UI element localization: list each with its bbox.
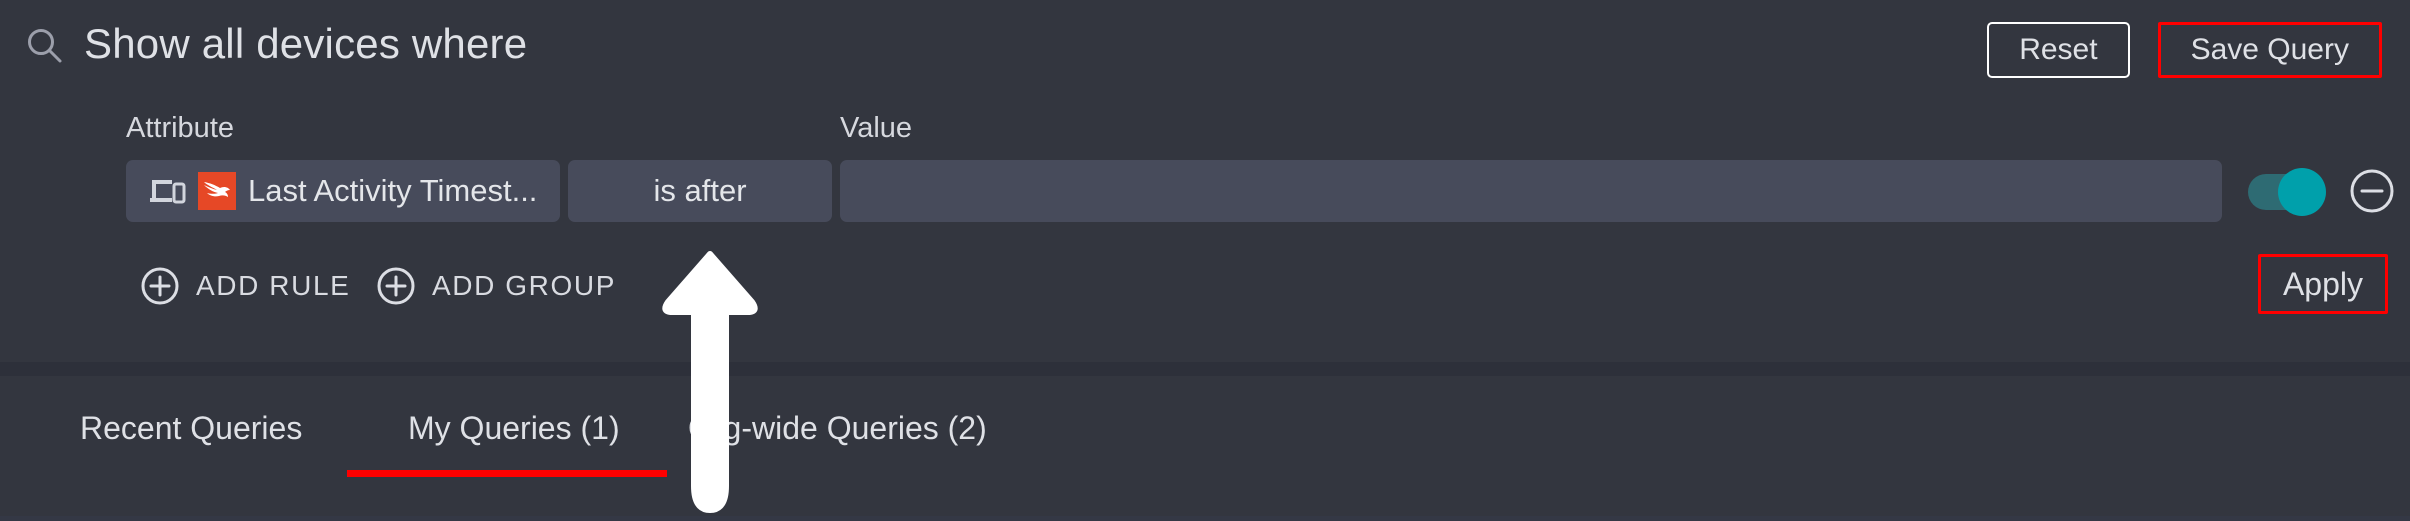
queries-tab-bar: Recent Queries My Queries (1) Org-wide Q… — [0, 376, 2410, 516]
active-tab-indicator — [347, 470, 667, 477]
add-rule-label: ADD RULE — [196, 270, 351, 301]
search-icon — [24, 26, 66, 68]
toggle-knob — [2278, 168, 2326, 216]
tab-recent-queries[interactable]: Recent Queries — [80, 398, 302, 458]
plus-circle-icon — [376, 266, 416, 306]
plus-circle-icon — [140, 266, 180, 306]
builder-header: Show all devices where Reset Save Query — [0, 0, 2410, 100]
apply-button[interactable]: Apply — [2257, 254, 2388, 314]
tab-org-wide-queries[interactable]: Org-wide Queries (2) — [688, 398, 987, 458]
rule-row: Last Activity Timest... is after — [0, 160, 2410, 222]
operator-value: is after — [653, 173, 747, 208]
page-title: Show all devices where — [84, 20, 528, 67]
tab-my-queries[interactable]: My Queries (1) — [408, 398, 620, 458]
reset-button[interactable]: Reset — [1987, 22, 2130, 78]
value-input[interactable] — [840, 160, 2222, 222]
panel-divider — [0, 362, 2410, 376]
add-rule-button[interactable]: ADD RULE — [140, 258, 350, 314]
add-buttons-row: ADD RULE ADD GROUP Apply — [0, 254, 2410, 328]
value-field[interactable] — [840, 160, 2222, 222]
attribute-label: Attribute — [126, 112, 234, 144]
crowdstrike-falcon-logo — [198, 172, 236, 210]
rule-enabled-toggle[interactable] — [2248, 168, 2326, 216]
field-labels: Attribute Value — [0, 112, 2410, 152]
add-group-label: ADD GROUP — [432, 270, 616, 301]
device-icon — [148, 176, 186, 206]
query-builder-panel: Show all devices where Reset Save Query … — [0, 0, 2410, 362]
value-label: Value — [840, 112, 913, 144]
header-actions: Reset Save Query — [1987, 22, 2382, 78]
operator-select[interactable]: is after — [568, 160, 832, 222]
add-group-button[interactable]: ADD GROUP — [376, 258, 616, 314]
query-builder-app: Show all devices where Reset Save Query … — [0, 0, 2410, 516]
attribute-value: Last Activity Timest... — [248, 173, 538, 208]
minus-circle-icon[interactable] — [2348, 167, 2396, 215]
save-query-button[interactable]: Save Query — [2157, 22, 2382, 78]
attribute-select[interactable]: Last Activity Timest... — [126, 160, 560, 222]
